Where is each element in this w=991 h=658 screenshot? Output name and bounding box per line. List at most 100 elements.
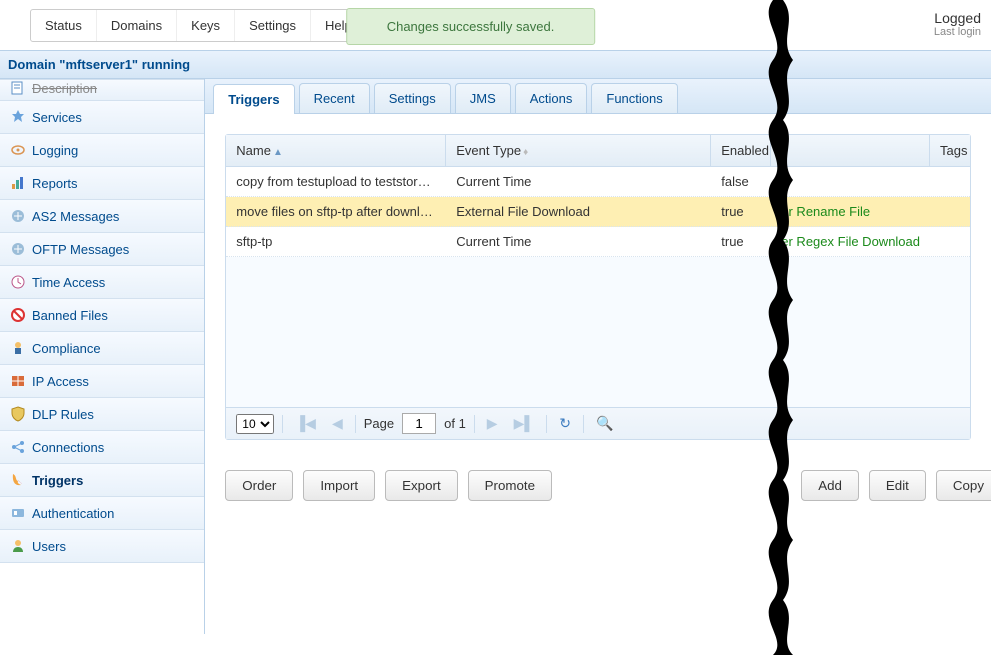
sidebar-item-reports[interactable]: Reports — [0, 167, 204, 200]
page-size-select[interactable]: 10 — [236, 414, 274, 434]
clock-icon — [10, 274, 26, 290]
grid-body: copy from testupload to teststorage Curr… — [226, 167, 970, 407]
cell-name: move files on sftp-tp after download — [226, 197, 446, 226]
sidebar-item-connections[interactable]: Connections — [0, 431, 204, 464]
sidebar-label: OFTP Messages — [32, 242, 129, 257]
sidebar-label: Services — [32, 110, 82, 125]
firewall-icon — [10, 373, 26, 389]
refresh-icon[interactable]: ↻ — [555, 413, 575, 434]
col-extra — [771, 135, 930, 166]
prev-page-icon[interactable]: ◀ — [328, 413, 347, 434]
table-row[interactable]: move files on sftp-tp after download Ext… — [226, 197, 970, 227]
tab-triggers[interactable]: Triggers — [213, 84, 294, 114]
sidebar-label: IP Access — [32, 374, 89, 389]
sidebar-item-dlp[interactable]: DLP Rules — [0, 398, 204, 431]
sort-asc-icon: ▲ — [273, 147, 283, 158]
logged-text: Logged — [934, 10, 981, 26]
sidebar-item-triggers[interactable]: Triggers — [0, 464, 204, 497]
sidebar: Description Services Logging Reports AS2… — [0, 79, 205, 634]
tabs-row: Triggers Recent Settings JMS Actions Fun… — [205, 79, 991, 114]
nav-status[interactable]: Status — [31, 10, 97, 41]
tab-recent[interactable]: Recent — [299, 83, 370, 113]
sidebar-item-users[interactable]: Users — [0, 530, 204, 563]
col-name-label: Name — [236, 143, 271, 158]
sidebar-label: AS2 Messages — [32, 209, 119, 224]
sidebar-label: Authentication — [32, 506, 114, 521]
last-login-text: Last login — [934, 26, 981, 38]
search-icon[interactable]: 🔍 — [592, 413, 617, 434]
grid-header: Name▲ Event Type♦ Enabled Tags — [226, 135, 970, 167]
sidebar-label: Reports — [32, 176, 78, 191]
top-nav: Status Domains Keys Settings Help Change… — [0, 0, 991, 50]
cell-enabled: true — [711, 227, 771, 256]
cell-extra — [771, 167, 930, 196]
page-of: of 1 — [444, 416, 466, 431]
sidebar-item-time-access[interactable]: Time Access — [0, 266, 204, 299]
col-enabled[interactable]: Enabled — [711, 135, 771, 166]
nav-settings[interactable]: Settings — [235, 10, 311, 41]
sidebar-item-compliance[interactable]: Compliance — [0, 332, 204, 365]
tab-jms[interactable]: JMS — [455, 83, 511, 113]
sidebar-item-as2[interactable]: AS2 Messages — [0, 200, 204, 233]
col-event-label: Event Type — [456, 143, 521, 158]
separator — [355, 415, 356, 433]
first-page-icon[interactable]: ▐◀ — [291, 413, 320, 434]
cell-tags — [930, 167, 970, 196]
order-button[interactable]: Order — [225, 470, 293, 501]
cell-enabled: true — [711, 197, 771, 226]
sidebar-item-oftp[interactable]: OFTP Messages — [0, 233, 204, 266]
sidebar-label: Compliance — [32, 341, 101, 356]
right-buttons: Add Edit Copy — [801, 470, 991, 501]
tab-functions[interactable]: Functions — [591, 83, 677, 113]
cell-event: Current Time — [446, 167, 711, 196]
sidebar-item-authentication[interactable]: Authentication — [0, 497, 204, 530]
cell-name: sftp-tp — [226, 227, 446, 256]
table-row[interactable]: copy from testupload to teststorage Curr… — [226, 167, 970, 197]
sidebar-item-logging[interactable]: Logging — [0, 134, 204, 167]
sidebar-item-description[interactable]: Description — [0, 79, 204, 101]
sidebar-label: DLP Rules — [32, 407, 94, 422]
import-button[interactable]: Import — [303, 470, 375, 501]
domain-title-bar: Domain "mftserver1" running — [0, 50, 991, 79]
nav-domains[interactable]: Domains — [97, 10, 177, 41]
cell-name: copy from testupload to teststorage — [226, 167, 446, 196]
page-input[interactable] — [402, 413, 436, 434]
sidebar-item-banned-files[interactable]: Banned Files — [0, 299, 204, 332]
success-banner: Changes successfully saved. — [346, 8, 596, 45]
reports-icon — [10, 175, 26, 191]
connections-icon — [10, 439, 26, 455]
col-tags[interactable]: Tags — [930, 135, 970, 166]
shield-icon — [10, 406, 26, 422]
add-button[interactable]: Add — [801, 470, 859, 501]
sidebar-label: Logging — [32, 143, 78, 158]
main-panel: Triggers Recent Settings JMS Actions Fun… — [205, 79, 991, 634]
sidebar-item-ip-access[interactable]: IP Access — [0, 365, 204, 398]
col-event[interactable]: Event Type♦ — [446, 135, 711, 166]
col-name[interactable]: Name▲ — [226, 135, 446, 166]
sidebar-label: Time Access — [32, 275, 105, 290]
pager: 10 ▐◀ ◀ Page of 1 ▶ ▶▌ ↻ 🔍 — [226, 407, 970, 439]
edit-button[interactable]: Edit — [869, 470, 926, 501]
cell-event: External File Download — [446, 197, 711, 226]
services-icon — [10, 109, 26, 125]
triggers-grid: Name▲ Event Type♦ Enabled Tags copy from… — [225, 134, 971, 440]
sidebar-item-services[interactable]: Services — [0, 101, 204, 134]
last-page-icon[interactable]: ▶▌ — [510, 413, 539, 434]
nav-keys[interactable]: Keys — [177, 10, 235, 41]
separator — [583, 415, 584, 433]
banned-icon — [10, 307, 26, 323]
nav-group: Status Domains Keys Settings Help — [30, 9, 380, 42]
tab-actions[interactable]: Actions — [515, 83, 588, 113]
export-button[interactable]: Export — [385, 470, 458, 501]
cell-event: Current Time — [446, 227, 711, 256]
table-row[interactable]: sftp-tp Current Time true er Regex File … — [226, 227, 970, 257]
promote-button[interactable]: Promote — [468, 470, 552, 501]
copy-button[interactable]: Copy — [936, 470, 991, 501]
auth-icon — [10, 505, 26, 521]
sort-icon: ♦ — [523, 147, 528, 158]
tab-settings[interactable]: Settings — [374, 83, 451, 113]
next-page-icon[interactable]: ▶ — [483, 413, 502, 434]
bottom-buttons: Order Import Export Promote Add Edit Cop… — [225, 470, 971, 501]
cell-tags — [930, 227, 970, 256]
separator — [546, 415, 547, 433]
